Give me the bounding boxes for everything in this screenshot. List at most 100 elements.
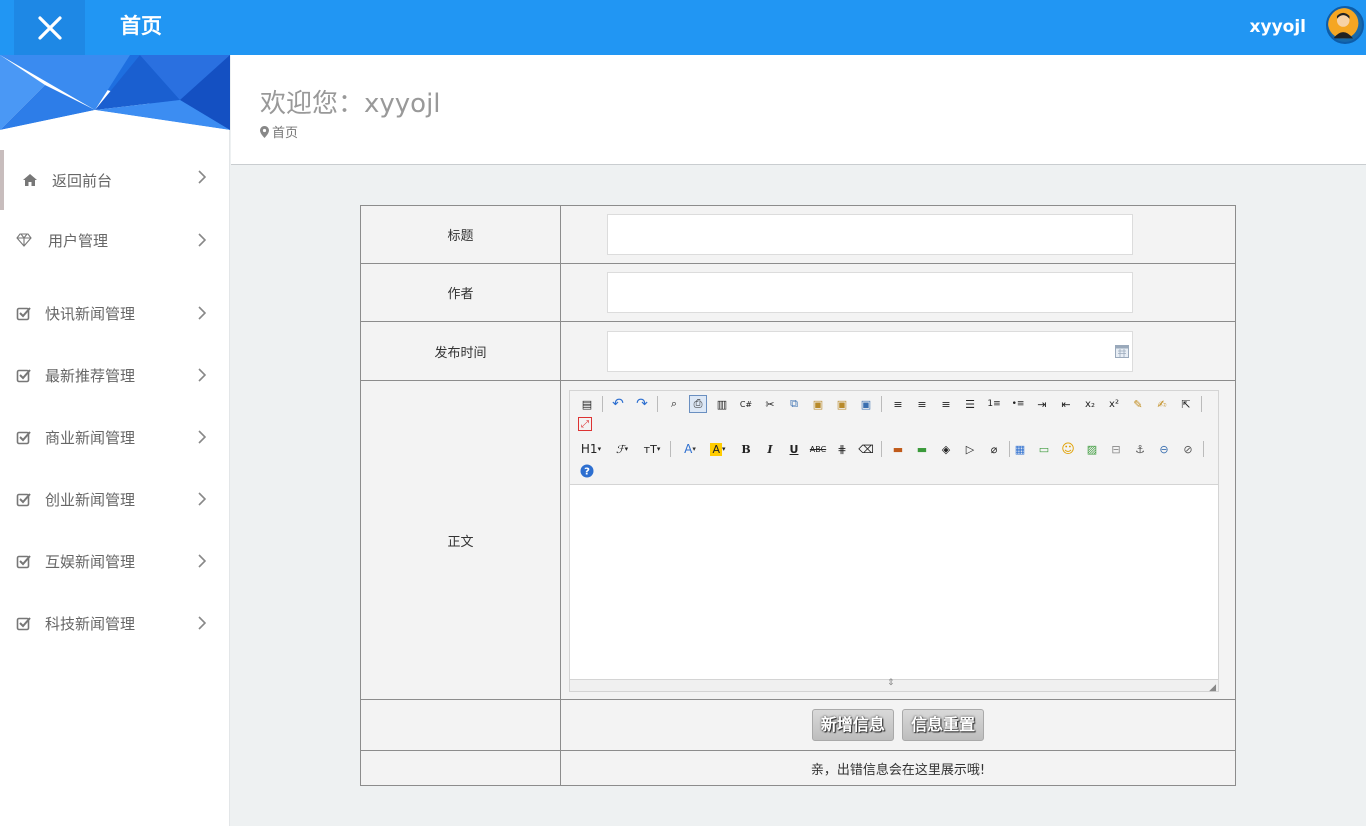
check-square-icon <box>16 493 31 507</box>
redo-icon[interactable]: ↷ <box>633 395 651 413</box>
help-icon[interactable]: ? <box>578 462 596 480</box>
sidebar-item-label: 商业新闻管理 <box>45 428 136 447</box>
chevron-right-icon <box>198 170 206 184</box>
select-all-icon[interactable]: ✍ <box>1153 395 1171 413</box>
code-icon[interactable]: C# <box>737 395 755 413</box>
sidebar-item-tech-news[interactable]: 科技新闻管理 <box>0 592 230 654</box>
map-marker-icon <box>260 125 269 138</box>
chevron-right-icon <box>198 554 206 568</box>
undo-icon[interactable]: ↶ <box>609 395 627 413</box>
emoticon-icon[interactable]: ☺ <box>1059 440 1077 458</box>
editor-toolbar: ▤ ↶ ↷ ⌕ ⎙ ▥ C# ✂ ⧉ ▣ ▣ ▣ ≡ ≡ ≡ ☰ 1≡ •≡ ⇥… <box>570 391 1218 485</box>
top-bar: 首页 xyyojl <box>0 0 1366 55</box>
chevron-right-icon <box>198 306 206 320</box>
highlight-dropdown[interactable]: A ▾ <box>706 440 730 458</box>
calendar-icon[interactable] <box>1115 344 1129 358</box>
sidebar-item-flash-news[interactable]: 快讯新闻管理 <box>0 282 230 344</box>
source-icon[interactable]: ▤ <box>578 395 596 413</box>
insert-picture-icon[interactable]: ▨ <box>1083 440 1101 458</box>
sidebar: 返回前台 用户管理 快讯新闻管理 最新推荐管理 商业新闻管理 创业新闻管理 互娱… <box>0 55 230 826</box>
chevron-right-icon <box>198 430 206 444</box>
sidebar-item-startup-news[interactable]: 创业新闻管理 <box>0 468 230 530</box>
sidebar-item-label: 用户管理 <box>48 231 109 250</box>
bold-icon[interactable]: B <box>737 440 755 458</box>
underline-icon[interactable]: U <box>785 440 803 458</box>
insert-multi-image-icon[interactable]: ▬ <box>913 440 931 458</box>
font-color-dropdown[interactable]: A ▾ <box>678 440 702 458</box>
font-family-dropdown[interactable]: ℱ ▾ <box>610 440 634 458</box>
eraser-icon[interactable]: ⌫ <box>857 440 875 458</box>
link-icon[interactable]: ⊖ <box>1155 440 1173 458</box>
username[interactable]: xyyojl <box>1250 14 1306 40</box>
page-title: 首页 <box>120 14 162 38</box>
insert-flash-icon[interactable]: ◈ <box>937 440 955 458</box>
reset-info-button[interactable]: 信息重置 <box>902 709 985 741</box>
fullscreen-icon[interactable]: ⤢ <box>578 417 592 431</box>
sidebar-item-label: 创业新闻管理 <box>45 490 136 509</box>
align-left-icon[interactable]: ≡ <box>889 395 907 413</box>
close-menu-button[interactable] <box>14 0 85 55</box>
paste-word-icon[interactable]: ▣ <box>857 395 875 413</box>
body-textarea[interactable] <box>570 485 1218 679</box>
check-square-icon <box>16 369 31 383</box>
publish-time-label: 发布时间 <box>360 321 561 381</box>
insert-table-icon[interactable]: ▦ <box>1011 440 1029 458</box>
check-square-icon <box>16 555 31 569</box>
publish-time-input[interactable] <box>607 330 1133 372</box>
body-label: 正文 <box>360 380 561 700</box>
heading-dropdown[interactable]: H1 ▾ <box>578 440 604 458</box>
ordered-list-icon[interactable]: 1≡ <box>985 395 1003 413</box>
sidebar-item-entertainment-news[interactable]: 互娱新闻管理 <box>0 530 230 592</box>
superscript-icon[interactable]: x² <box>1105 395 1123 413</box>
welcome-text: 欢迎您：xyyojl <box>260 89 441 119</box>
clear-format-icon[interactable]: ✎ <box>1129 395 1147 413</box>
attachment-icon[interactable]: ⌀ <box>985 440 1003 458</box>
align-right-icon[interactable]: ≡ <box>937 395 955 413</box>
author-input[interactable] <box>607 272 1133 313</box>
print-icon[interactable]: ⎙ <box>689 395 707 413</box>
align-center-icon[interactable]: ≡ <box>913 395 931 413</box>
sidebar-item-home[interactable]: 返回前台 <box>0 150 230 210</box>
align-justify-icon[interactable]: ☰ <box>961 395 979 413</box>
copy-icon[interactable]: ⧉ <box>785 395 803 413</box>
pointer-icon[interactable]: ⇱ <box>1177 395 1195 413</box>
strikethrough-icon[interactable]: ABC <box>809 440 827 458</box>
cut-icon[interactable]: ✂ <box>761 395 779 413</box>
sidebar-item-users[interactable]: 用户管理 <box>0 210 230 270</box>
indent-icon[interactable]: ⇥ <box>1033 395 1051 413</box>
avatar-icon <box>1328 8 1359 39</box>
check-square-icon <box>16 431 31 445</box>
sidebar-item-label: 快讯新闻管理 <box>45 304 136 323</box>
template-icon[interactable]: ▥ <box>713 395 731 413</box>
sidebar-item-recommend[interactable]: 最新推荐管理 <box>0 344 230 406</box>
font-size-dropdown[interactable]: тT ▾ <box>640 440 664 458</box>
breadcrumb-home[interactable]: 首页 <box>272 122 298 141</box>
avatar[interactable] <box>1326 6 1364 44</box>
diamond-icon <box>16 233 32 247</box>
anchor-icon[interactable]: ⚓ <box>1131 440 1149 458</box>
line-height-icon[interactable]: ⋕ <box>833 440 851 458</box>
editor-resize-bar[interactable]: ⇕ ◢ <box>570 678 1218 693</box>
title-input[interactable] <box>607 214 1133 255</box>
sidebar-item-label: 最新推荐管理 <box>45 366 136 385</box>
insert-image-icon[interactable]: ▬ <box>889 440 907 458</box>
chevron-right-icon <box>198 492 206 506</box>
insert-media-icon[interactable]: ▷ <box>961 440 979 458</box>
unlink-icon[interactable]: ⊘ <box>1179 440 1197 458</box>
preview-icon[interactable]: ⌕ <box>665 395 683 413</box>
error-message: 亲，出错信息会在这里展示哦! <box>560 750 1236 786</box>
italic-icon[interactable]: I <box>761 440 779 458</box>
paste-icon[interactable]: ▣ <box>809 395 827 413</box>
page-break-icon[interactable]: ⊟ <box>1107 440 1125 458</box>
insert-hr-icon[interactable]: ▭ <box>1035 440 1053 458</box>
unordered-list-icon[interactable]: •≡ <box>1009 395 1027 413</box>
outdent-icon[interactable]: ⇤ <box>1057 395 1075 413</box>
check-square-icon <box>16 307 31 321</box>
home-icon <box>23 174 37 186</box>
subscript-icon[interactable]: x₂ <box>1081 395 1099 413</box>
add-info-button[interactable]: 新增信息 <box>811 709 894 741</box>
sidebar-item-label: 返回前台 <box>52 171 113 190</box>
paste-text-icon[interactable]: ▣ <box>833 395 851 413</box>
sidebar-item-business-news[interactable]: 商业新闻管理 <box>0 406 230 468</box>
chevron-right-icon <box>198 368 206 382</box>
